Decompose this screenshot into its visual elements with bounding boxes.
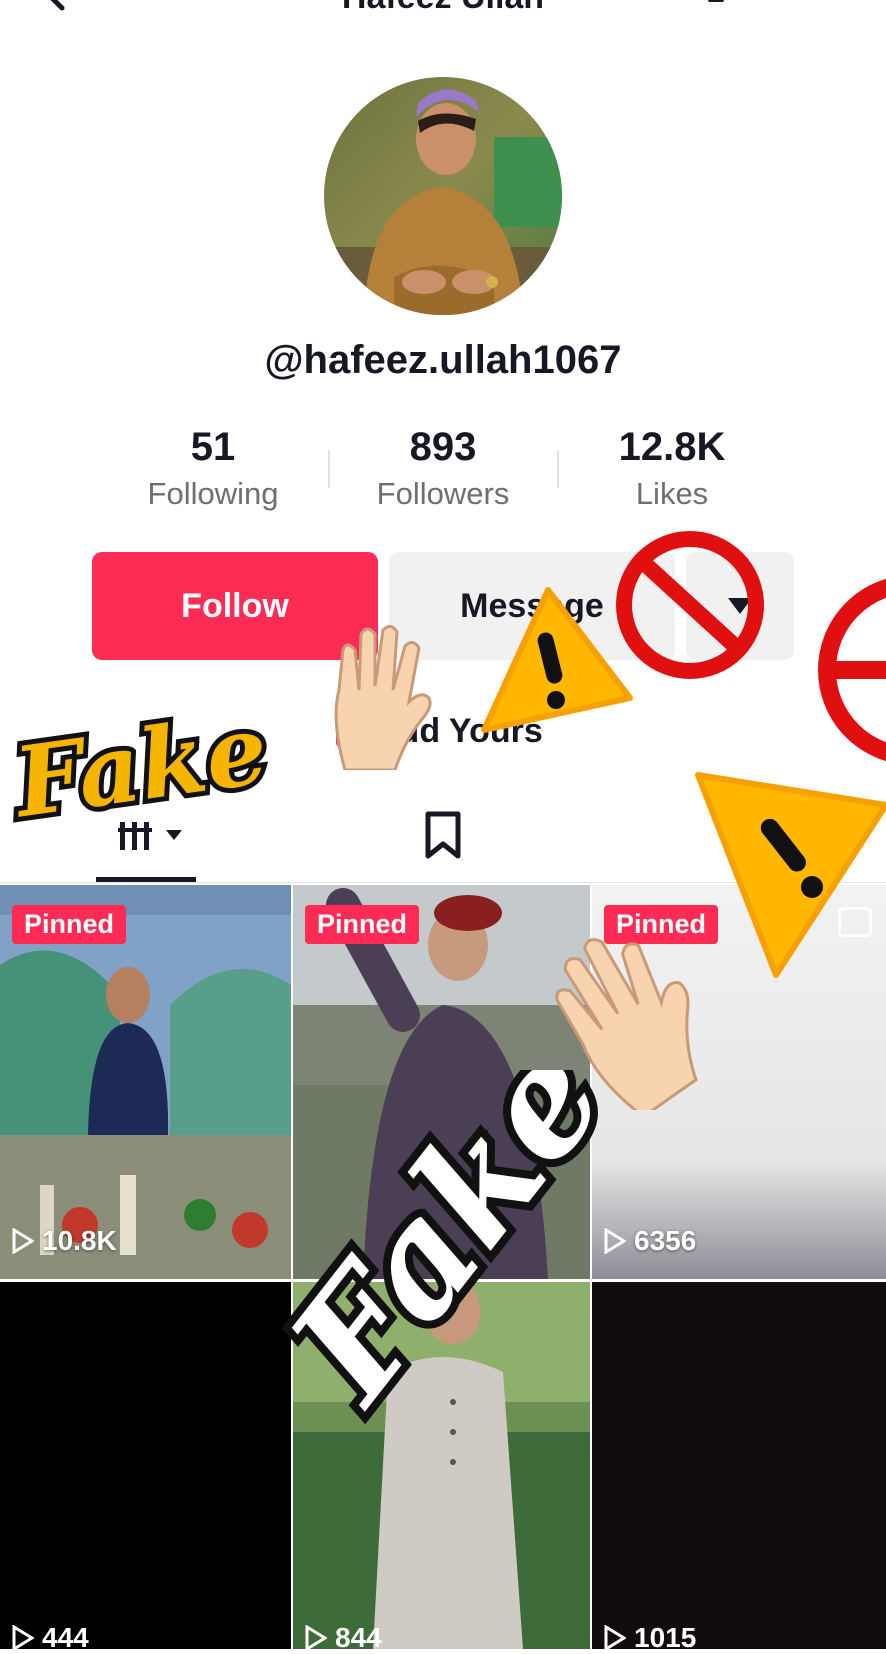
- likes-count: 12.8K: [618, 425, 726, 469]
- view-count: 6356: [604, 1225, 696, 1257]
- pinned-badge: Pinned: [305, 905, 420, 944]
- stat-divider: [328, 450, 330, 488]
- username: @hafeez.ullah1067: [264, 338, 622, 382]
- fake-sticker: Fake: [246, 1070, 610, 1442]
- followers-label: Followers: [376, 476, 510, 511]
- likes-label: Likes: [635, 476, 709, 511]
- view-count: 10.8K: [12, 1225, 117, 1257]
- play-icon: [604, 1625, 626, 1651]
- followers-count: 893: [409, 425, 477, 469]
- view-count-text: 844: [335, 1622, 382, 1653]
- prohibited-sign-icon: [818, 578, 886, 762]
- tab-saved[interactable]: [420, 810, 466, 860]
- fake-sticker: Fake: [0, 687, 279, 840]
- view-count-text: 1015: [634, 1622, 697, 1653]
- play-icon: [12, 1625, 34, 1651]
- pinned-badge: Pinned: [12, 905, 127, 944]
- view-count: 1015: [604, 1622, 696, 1654]
- raised-hand-icon: [334, 625, 432, 770]
- stat-following[interactable]: 51 Following: [113, 425, 313, 512]
- view-count-text: 444: [42, 1622, 89, 1653]
- stat-divider: [557, 450, 559, 488]
- fake-sticker-text: Fake: [5, 692, 274, 839]
- view-count-text: 6356: [634, 1225, 697, 1256]
- view-count-text: 10.8K: [42, 1225, 117, 1256]
- play-icon: [12, 1228, 34, 1254]
- bell-button[interactable]: [690, 0, 742, 24]
- video-tile[interactable]: [592, 1282, 886, 1649]
- following-count: 51: [190, 425, 236, 469]
- page-title: Hafeez Ullah: [0, 0, 886, 17]
- stat-followers[interactable]: 893 Followers: [343, 425, 543, 512]
- avatar[interactable]: [324, 77, 562, 315]
- bell-icon: [708, 0, 724, 2]
- share-button[interactable]: [788, 0, 848, 24]
- play-icon: [305, 1625, 327, 1651]
- share-icon: [788, 0, 848, 24]
- view-count: 844: [305, 1622, 382, 1654]
- warning-sign-icon: [481, 587, 633, 733]
- bookmark-icon: [425, 811, 461, 859]
- fake-sticker-text: Fake: [254, 1070, 610, 1434]
- profile-photo: [324, 77, 562, 315]
- stat-likes[interactable]: 12.8K Likes: [572, 425, 772, 512]
- following-label: Following: [147, 476, 279, 511]
- view-count: 444: [12, 1622, 89, 1654]
